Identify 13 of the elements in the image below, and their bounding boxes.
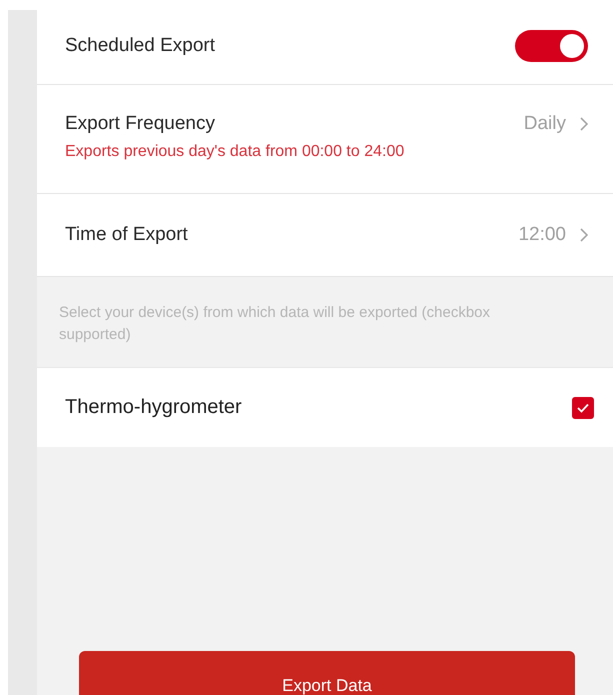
- chevron-icon: [580, 228, 588, 242]
- export-button[interactable]: Export Data: [79, 651, 575, 695]
- setting-value[interactable]: Daily: [524, 113, 566, 135]
- setting-note: Exports previous day's data from 00:00 to 24:00: [65, 143, 406, 161]
- device-name: Thermo-hygrometer: [65, 396, 242, 419]
- setting-label: Time of Export: [65, 224, 189, 246]
- check-icon: [577, 402, 589, 412]
- setting-label: Export Frequency: [65, 113, 216, 135]
- chevron-icon: [580, 117, 588, 131]
- setting-label: Scheduled Export: [65, 35, 216, 57]
- toggle-switch[interactable]: [515, 30, 588, 62]
- device-checkbox[interactable]: [572, 396, 594, 418]
- setting-value[interactable]: 12:00: [518, 224, 566, 246]
